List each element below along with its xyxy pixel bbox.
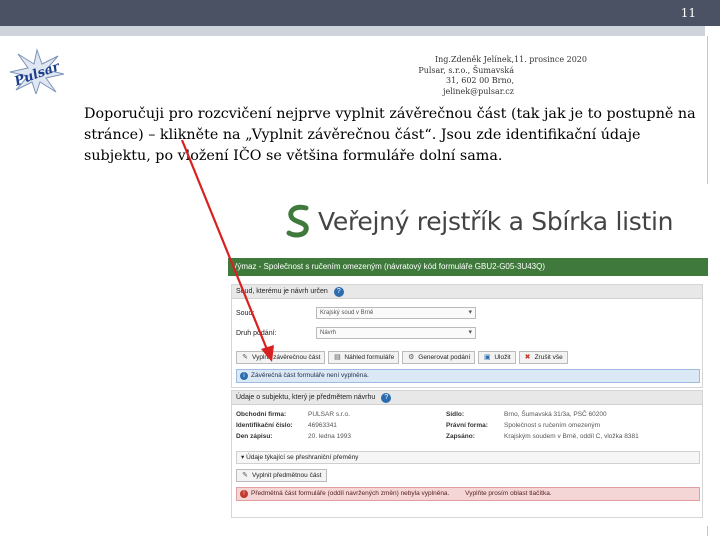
table-row: Obchodní firma: PULSAR s.r.o. Sídlo: Brn… — [236, 409, 700, 420]
table-row: Den zápisu: 20. ledna 1993 Zapsáno: Kraj… — [236, 431, 700, 442]
subject-grid: Obchodní firma: PULSAR s.r.o. Sídlo: Brn… — [236, 409, 700, 442]
row-value: 46963341 — [308, 422, 337, 429]
fill-final-part-button[interactable]: ✎ Vyplnit závěrečnou část — [236, 351, 326, 364]
embedded-screenshot: Veřejný rejstřík a Sbírka listin Výmaz -… — [228, 184, 708, 526]
row-value: PULSAR s.r.o. — [308, 411, 350, 418]
generate-button[interactable]: ⚙ Generovat podání — [402, 351, 476, 364]
subject-error-action: Vyplňte prosím oblast tlačítka. — [465, 490, 552, 497]
author-line: 31, 602 00 Brno, — [445, 76, 514, 85]
close-icon: ✖ — [524, 353, 531, 361]
slide-top-bar: 11 — [0, 0, 720, 26]
author-info: Ing.Zdeněk Jelínek, Pulsar, s.r.o., Šuma… — [418, 55, 514, 97]
row-value: Brno, Šumavská 31/3a, PSČ 60200 — [504, 411, 607, 418]
subject-panel-title: Údaje o subjektu, který je předmětem náv… — [236, 393, 376, 401]
generate-label: Generovat podání — [418, 354, 471, 361]
court-label: Soud: — [236, 309, 255, 317]
subject-panel: Údaje o subjektu, který je předmětem náv… — [231, 390, 703, 518]
brand-header: Veřejný rejstřík a Sbírka listin — [286, 202, 673, 240]
author-line: jelinek@pulsar.cz — [443, 86, 514, 96]
submission-row: Druh podání: Návrh — [236, 327, 476, 339]
slide-top-notch — [705, 26, 720, 36]
court-row: Soud: Krajský soud v Brně — [236, 307, 476, 319]
final-part-info-text: Závěrečná část formuláře není vyplněna. — [251, 372, 369, 379]
save-icon: ▣ — [484, 353, 491, 361]
edit-icon: ✎ — [242, 353, 248, 361]
court-panel-header: Soud, kterému je návrh určen ? — [232, 285, 702, 299]
author-line: Pulsar, s.r.o., Šumavská — [418, 65, 514, 75]
help-icon[interactable]: ? — [381, 392, 392, 403]
court-panel-title: Soud, kterému je návrh určen — [236, 287, 328, 295]
row-label: Obchodní firma: — [236, 411, 287, 418]
fill-subject-part-button[interactable]: ✎ Vyplnit předmětnou část — [236, 469, 327, 482]
slide-body-text: Doporučuji pro rozcvičení nejprve vyplni… — [84, 106, 696, 164]
edit-icon: ✎ — [242, 471, 248, 479]
court-select[interactable]: Krajský soud v Brně — [316, 307, 476, 319]
warning-icon: ! — [240, 490, 248, 498]
brand-title: Veřejný rejstřík a Sbírka listin — [318, 206, 674, 236]
row-label: Identifikační číslo: — [236, 422, 293, 429]
save-button[interactable]: ▣ Uložit — [478, 351, 516, 364]
row-label: Právní forma: — [446, 422, 488, 429]
row-value: 20. ledna 1993 — [308, 433, 352, 440]
save-label: Uložit — [494, 354, 511, 361]
final-part-info: i Závěrečná část formuláře není vyplněna… — [236, 369, 700, 383]
table-row: Identifikační číslo: 46963341 Právní for… — [236, 420, 700, 431]
subject-error-text: Předmětná část formuláře (oddíl navržený… — [251, 490, 450, 497]
row-value: Krajským soudem v Brně, oddíl C, vložka … — [504, 433, 639, 440]
cross-border-section[interactable]: ▾ Údaje týkající se přeshraniční přeměny — [236, 451, 700, 464]
fill-final-part-label: Vyplnit závěrečnou část — [252, 354, 321, 361]
preview-label: Náhled formuláře — [344, 354, 395, 361]
brand-s-icon — [286, 204, 309, 238]
info-icon: i — [240, 372, 248, 380]
preview-button[interactable]: ▤ Náhled formuláře — [328, 351, 400, 364]
help-icon[interactable]: ? — [333, 286, 344, 297]
cancel-all-button[interactable]: ✖ Zrušit vše — [518, 351, 568, 364]
cross-border-label: Údaje týkající se přeshraniční přeměny — [246, 454, 359, 461]
row-label: Den zápisu: — [236, 433, 273, 440]
row-label: Zapsáno: — [446, 433, 475, 440]
form-title-bar: Výmaz - Společnost s ručením omezeným (n… — [228, 258, 708, 276]
author-line: Ing.Zdeněk Jelínek, — [434, 55, 514, 64]
submission-select[interactable]: Návrh — [316, 327, 476, 339]
row-value: Společnost s ručením omezeným — [504, 422, 601, 429]
pulsar-logo: Pulsar — [9, 48, 65, 94]
gear-icon: ⚙ — [408, 353, 415, 361]
document-icon: ▤ — [334, 353, 341, 361]
row-label: Sídlo: — [446, 411, 465, 418]
form-toolbar: ✎ Vyplnit závěrečnou část ▤ Náhled formu… — [236, 351, 568, 364]
slide-top-band — [0, 26, 707, 36]
submission-label: Druh podání: — [236, 329, 277, 337]
slide-date: 11. prosince 2020 — [514, 55, 587, 64]
page-number: 11 — [680, 6, 696, 20]
fill-subject-part-label: Vyplnit předmětnou část — [252, 472, 322, 479]
court-panel: Soud, kterému je návrh určen ? Soud: Kra… — [231, 284, 703, 388]
subject-error: ! Předmětná část formuláře (oddíl navrže… — [236, 487, 700, 501]
subject-panel-header: Údaje o subjektu, který je předmětem náv… — [232, 391, 702, 405]
cancel-all-label: Zrušit vše — [534, 354, 563, 361]
